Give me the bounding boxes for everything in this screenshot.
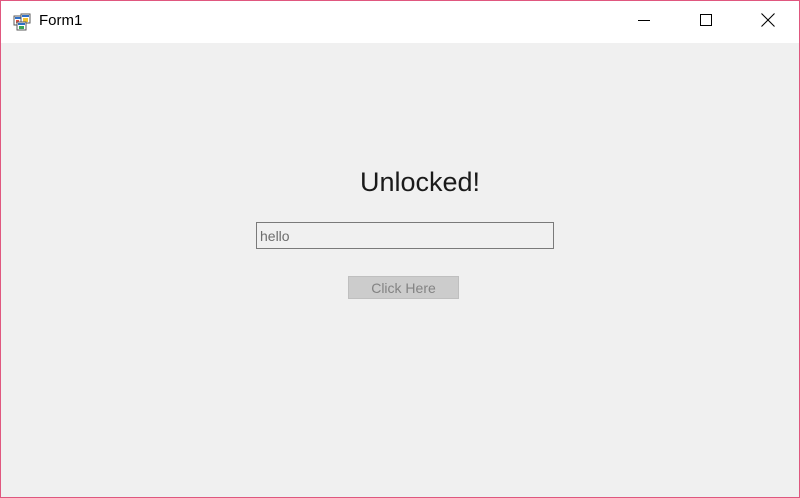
form1-window: Form1 Unlocked! hello Click Here	[0, 0, 800, 498]
app-icon	[13, 13, 31, 31]
minimize-button[interactable]	[613, 1, 675, 43]
close-icon	[761, 12, 775, 32]
close-button[interactable]	[737, 1, 799, 43]
form-client-area	[1, 43, 799, 497]
maximize-icon	[700, 13, 712, 31]
click-here-button[interactable]: Click Here	[348, 276, 459, 299]
title-bar[interactable]: Form1	[1, 1, 799, 43]
status-label: Unlocked!	[360, 167, 481, 197]
text-input[interactable]	[256, 222, 554, 249]
maximize-button[interactable]	[675, 1, 737, 43]
window-title: Form1	[39, 12, 83, 29]
minimize-icon	[638, 13, 650, 31]
